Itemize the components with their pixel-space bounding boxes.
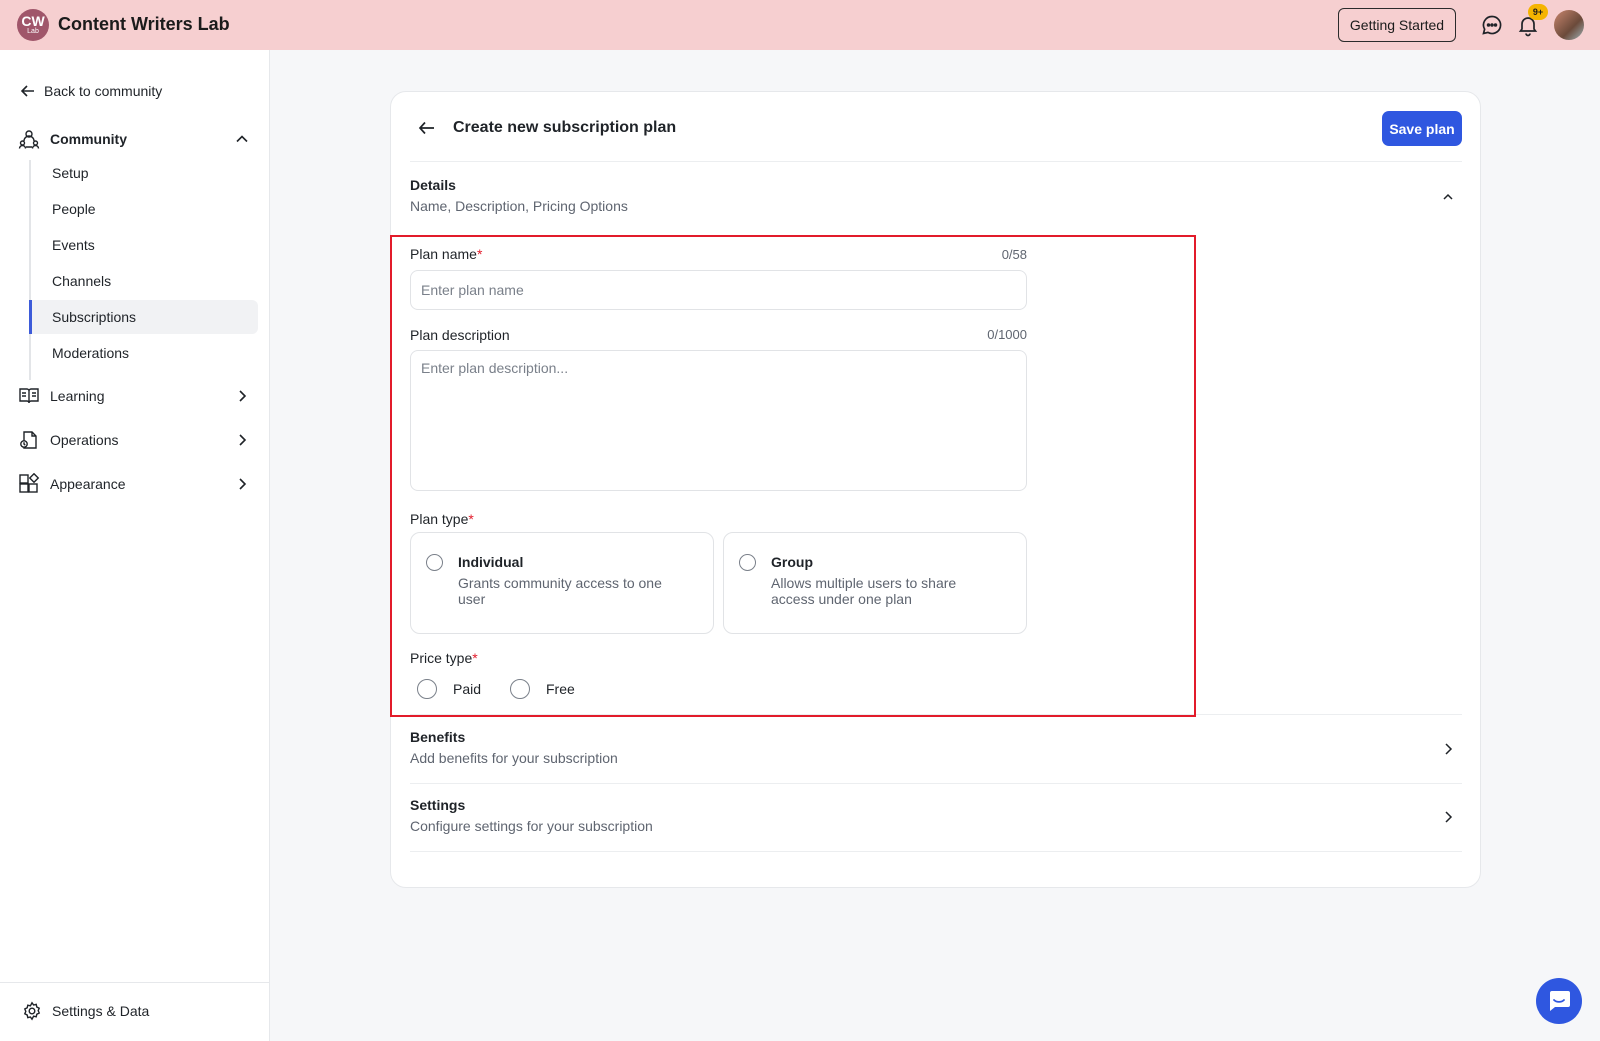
price-type-free-radio[interactable]	[510, 679, 530, 699]
plan-type-group-card[interactable]: Group Allows multiple users to share acc…	[723, 532, 1027, 634]
sidebar: Back to community Community Setup People…	[0, 50, 270, 1041]
price-type-label-text: Price type	[410, 650, 473, 666]
benefits-section-header[interactable]: Benefits Add benefits for your subscript…	[410, 729, 1462, 766]
price-type-paid-label: Paid	[453, 681, 482, 697]
required-asterisk: *	[476, 246, 483, 262]
price-type-paid-option[interactable]: Paid	[417, 679, 481, 699]
plan-type-group-description: Allows multiple users to share access un…	[771, 575, 957, 607]
plan-description-textarea[interactable]	[410, 350, 1027, 491]
benefits-title: Benefits	[410, 729, 466, 745]
operations-icon	[20, 431, 37, 449]
arrow-left-icon	[20, 85, 34, 97]
details-title: Details	[410, 177, 456, 193]
sidebar-item-channels[interactable]: Channels	[29, 264, 258, 298]
chevron-up-icon[interactable]	[234, 131, 250, 147]
chevron-right-icon	[239, 434, 247, 446]
plan-name-label-text: Plan name	[410, 246, 477, 262]
divider	[410, 714, 1462, 715]
back-to-community-link[interactable]: Back to community	[20, 83, 162, 99]
plan-type-individual-card[interactable]: Individual Grants community access to on…	[410, 532, 714, 634]
sidebar-group-learning-label: Learning	[50, 388, 105, 404]
plan-type-individual-title: Individual	[458, 554, 524, 570]
benefits-subtitle: Add benefits for your subscription	[410, 750, 618, 766]
sidebar-group-community-label: Community	[50, 131, 127, 147]
plan-name-char-count: 0/58	[1001, 247, 1027, 262]
chevron-right-icon[interactable]	[1440, 741, 1456, 757]
plan-name-input[interactable]	[410, 270, 1027, 310]
divider	[410, 783, 1462, 784]
plan-type-label-text: Plan type	[410, 511, 469, 527]
chat-bubble-icon	[1550, 991, 1570, 1011]
getting-started-button[interactable]: Getting Started	[1338, 8, 1456, 42]
plan-type-group-radio[interactable]	[739, 554, 756, 571]
back-arrow-icon[interactable]	[417, 118, 437, 138]
details-subtitle: Name, Description, Pricing Options	[410, 198, 628, 214]
widgets-icon	[19, 473, 40, 493]
plan-type-individual-description: Grants community access to one user	[458, 575, 662, 607]
page-title: Create new subscription plan	[453, 119, 677, 136]
sidebar-item-subscriptions[interactable]: Subscriptions	[29, 300, 258, 334]
settings-and-data-label: Settings & Data	[52, 1003, 150, 1019]
save-plan-button[interactable]: Save plan	[1382, 111, 1462, 146]
sidebar-group-operations[interactable]: Operations	[18, 429, 250, 451]
notification-badge: 9+	[1528, 4, 1548, 20]
divider	[410, 851, 1462, 852]
divider	[410, 161, 1462, 162]
sidebar-group-appearance[interactable]: Appearance	[18, 473, 250, 495]
plan-name-label: Plan name*	[410, 246, 482, 262]
sidebar-item-people[interactable]: People	[29, 192, 258, 226]
logo-text: CW	[21, 13, 45, 29]
price-type-label: Price type*	[410, 650, 478, 666]
sidebar-item-events[interactable]: Events	[29, 228, 258, 262]
sidebar-group-community[interactable]: Community	[18, 128, 250, 150]
chevron-right-icon	[239, 390, 247, 402]
support-chat-button[interactable]	[1536, 978, 1582, 1024]
settings-title: Settings	[410, 797, 466, 813]
chevron-up-icon[interactable]	[1440, 189, 1456, 205]
settings-and-data-link[interactable]: Settings & Data	[22, 1001, 149, 1021]
chat-icon[interactable]	[1480, 13, 1504, 37]
book-icon	[19, 388, 39, 404]
required-asterisk: *	[468, 511, 474, 527]
sidebar-item-moderations[interactable]: Moderations	[29, 336, 258, 370]
back-to-community-label: Back to community	[44, 83, 163, 99]
community-icon	[18, 130, 40, 149]
plan-description-label: Plan description	[410, 327, 510, 343]
chevron-right-icon[interactable]	[1440, 809, 1456, 825]
gear-icon	[23, 1001, 41, 1021]
required-asterisk: *	[472, 650, 478, 666]
user-avatar[interactable]	[1554, 10, 1584, 40]
plan-type-group-title: Group	[771, 554, 813, 570]
sidebar-group-appearance-label: Appearance	[50, 476, 126, 492]
details-section-header[interactable]: Details Name, Description, Pricing Optio…	[410, 177, 1462, 214]
logo-subtext: Lab	[27, 28, 39, 35]
top-bar: CW Lab Content Writers Lab Getting Start…	[0, 0, 1600, 50]
price-type-free-option[interactable]: Free	[510, 679, 575, 699]
settings-subtitle: Configure settings for your subscription	[410, 818, 653, 834]
plan-type-label: Plan type*	[410, 511, 474, 527]
app-logo[interactable]: CW Lab	[17, 9, 49, 41]
sidebar-footer: Settings & Data	[0, 982, 269, 1041]
plan-description-char-count: 0/1000	[987, 327, 1027, 342]
settings-section-header[interactable]: Settings Configure settings for your sub…	[410, 797, 1462, 834]
sidebar-group-learning[interactable]: Learning	[18, 385, 250, 407]
sidebar-group-operations-label: Operations	[50, 432, 119, 448]
chevron-right-icon	[239, 478, 247, 490]
price-type-free-label: Free	[546, 681, 575, 697]
plan-type-individual-radio[interactable]	[426, 554, 443, 571]
sidebar-item-setup[interactable]: Setup	[29, 156, 258, 190]
price-type-paid-radio[interactable]	[417, 679, 437, 699]
app-title: Content Writers Lab	[58, 14, 230, 34]
